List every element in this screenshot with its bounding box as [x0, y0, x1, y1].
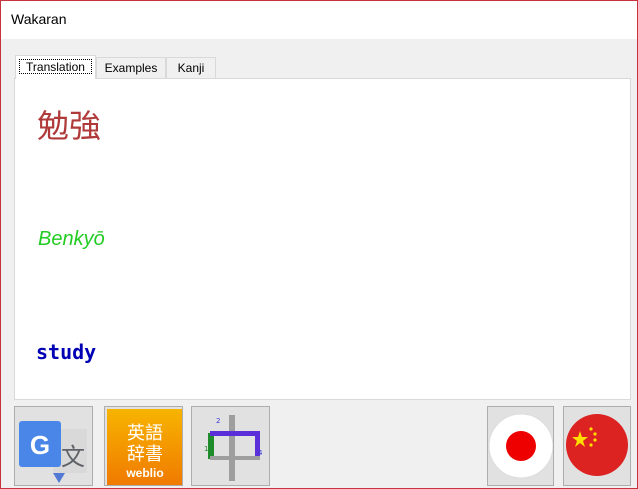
weblio-brand-text: weblio: [125, 466, 163, 480]
svg-text:2: 2: [216, 417, 220, 425]
stroke-order-button[interactable]: 2 1 4: [191, 406, 270, 486]
tab-kanji[interactable]: Kanji: [166, 57, 216, 78]
kanji-text: 勉強: [37, 107, 102, 145]
title-bar[interactable]: Wakaran: [1, 1, 637, 39]
china-flag-icon: [566, 414, 628, 476]
translation-panel: 勉強 Benkyō study: [14, 78, 631, 400]
meaning-text: study: [36, 340, 97, 364]
google-translate-icon: G 文: [19, 421, 87, 483]
romaji-text: Benkyō: [38, 228, 105, 250]
japanese-language-button[interactable]: [487, 406, 554, 486]
app-window: Wakaran Translation Examples Kanji 勉強 Be…: [0, 0, 638, 489]
google-translate-glyph: 文: [61, 443, 85, 471]
stroke-order-icon: 2 1 4: [204, 415, 263, 481]
window-title: Wakaran: [11, 11, 67, 27]
tab-examples[interactable]: Examples: [96, 57, 166, 78]
google-translate-button[interactable]: G 文: [14, 406, 93, 486]
tab-translation-label: Translation: [19, 59, 92, 74]
svg-text:英語: 英語: [127, 423, 163, 444]
japan-flag-icon: [488, 413, 553, 479]
weblio-dictionary-icon: 英語 辞書 weblio: [107, 409, 182, 485]
svg-text:G: G: [30, 430, 50, 460]
tab-translation[interactable]: Translation: [15, 55, 96, 79]
tab-kanji-label: Kanji: [177, 61, 205, 75]
svg-text:4: 4: [258, 449, 263, 457]
svg-text:辞書: 辞書: [127, 444, 163, 465]
weblio-button[interactable]: 英語 辞書 weblio: [104, 406, 183, 486]
tab-examples-label: Examples: [104, 61, 158, 75]
chinese-language-button[interactable]: [563, 406, 631, 486]
svg-text:1: 1: [204, 445, 208, 453]
